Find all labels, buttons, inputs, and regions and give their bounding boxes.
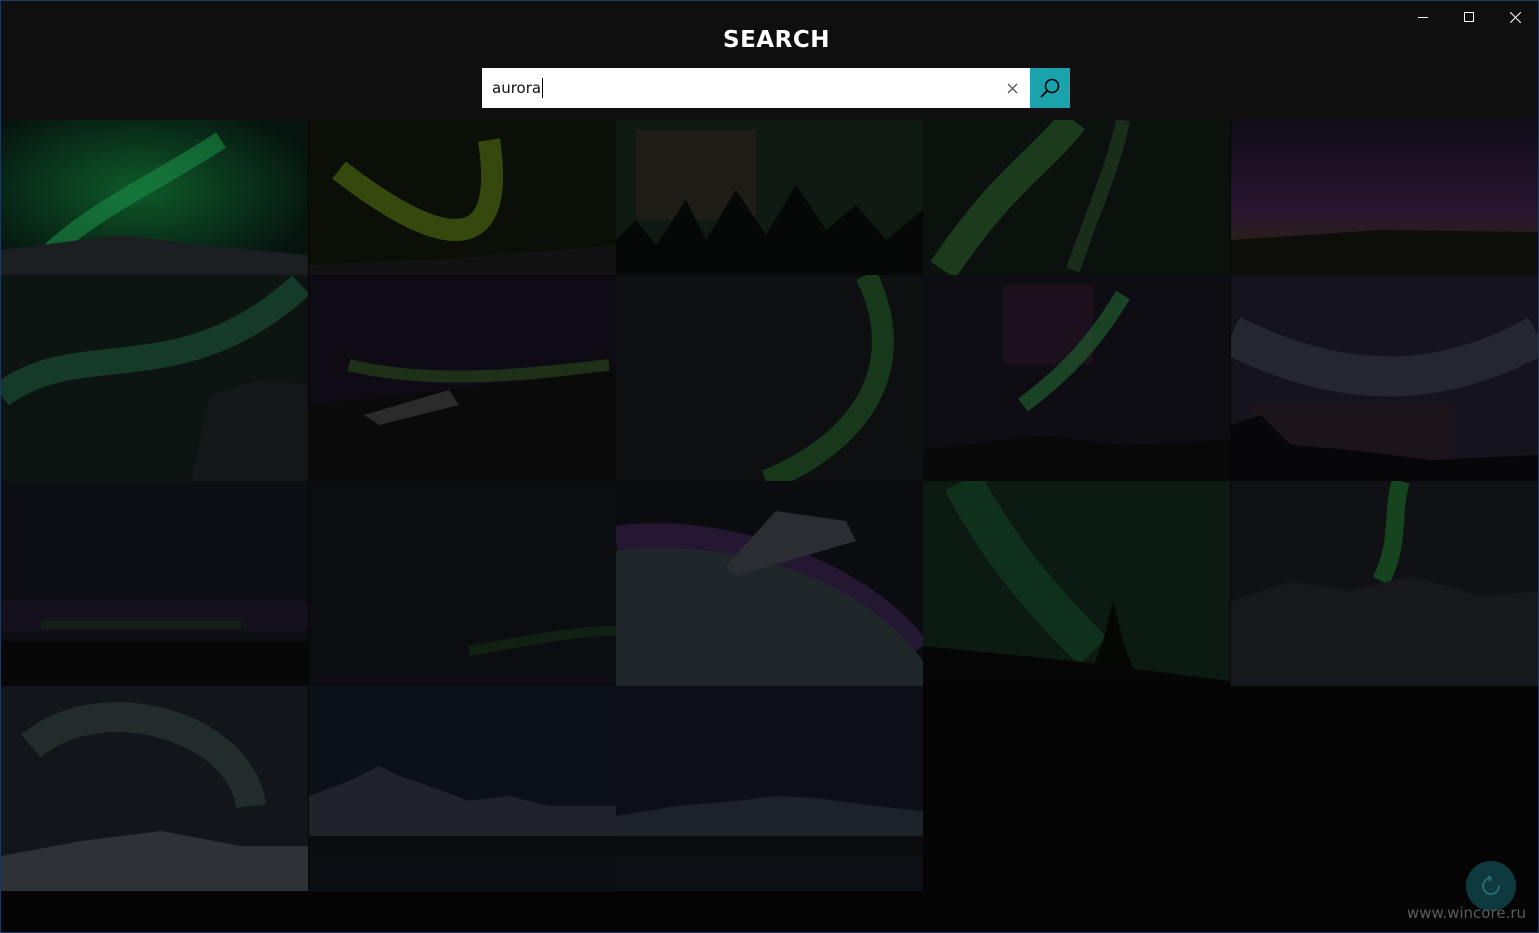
result-image-tile[interactable] [309,275,616,481]
result-image-tile[interactable] [1,481,308,686]
result-image-tile[interactable] [309,120,616,275]
text-caret [542,78,544,98]
result-image-tile[interactable] [1231,481,1538,686]
result-image-tile[interactable] [1231,275,1538,481]
result-image-tile[interactable] [616,481,923,686]
result-image [309,481,616,686]
result-image [616,275,923,481]
result-image-tile[interactable] [309,481,616,686]
result-image-tile[interactable] [923,275,1230,481]
result-image [923,275,1230,481]
app-window: SEARCH aurora www.wincore.ru [0,0,1539,933]
result-image [309,686,616,891]
result-image [1231,120,1538,275]
result-image-tile[interactable] [923,120,1230,275]
result-image [309,120,616,275]
close-icon [1509,11,1521,23]
result-image [923,481,1230,686]
search-box[interactable]: aurora [482,68,1030,108]
result-image-tile[interactable] [616,275,923,481]
result-image [923,120,1230,275]
result-image [1,481,308,686]
minimize-icon [1418,17,1428,18]
result-image [1,120,308,275]
clear-search-button[interactable] [994,68,1030,108]
page-title: SEARCH [723,27,830,53]
result-image [1,686,308,891]
result-image-tile[interactable] [616,686,923,891]
search-button[interactable] [1030,68,1070,108]
watermark-text: www.wincore.ru [1406,904,1526,922]
result-image [1,275,308,481]
result-image [616,686,923,891]
result-image [616,481,923,686]
maximize-icon [1464,12,1474,22]
result-image [616,120,923,275]
result-image-tile[interactable] [1231,120,1538,275]
close-icon [1007,83,1017,93]
result-image-tile[interactable] [1,275,308,481]
result-image-tile[interactable] [1,686,308,891]
result-image [1231,481,1538,686]
result-image-tile[interactable] [309,686,616,891]
search-input-value: aurora [492,79,542,97]
result-image-tile[interactable] [1,120,308,275]
result-image [1231,275,1538,481]
search-icon [1040,78,1060,98]
header-bar: SEARCH aurora [1,1,1538,120]
result-image [309,275,616,481]
result-image-tile[interactable] [616,120,923,275]
search-input[interactable]: aurora [482,68,994,108]
result-image-tile[interactable] [923,481,1230,686]
refresh-icon [1482,875,1500,895]
